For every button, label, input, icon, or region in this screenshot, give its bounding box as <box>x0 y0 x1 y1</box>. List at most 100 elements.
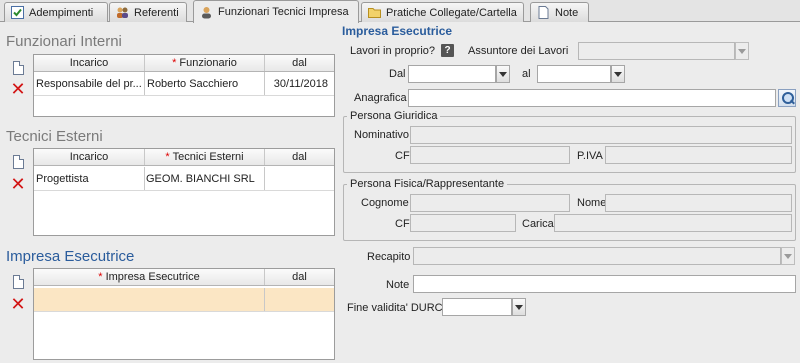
add-tecnico-button[interactable] <box>10 154 26 170</box>
search-icon[interactable] <box>778 89 796 107</box>
new-document-icon <box>12 155 24 169</box>
tab-label: Adempimenti <box>29 6 94 19</box>
person-icon <box>202 6 211 18</box>
column-header[interactable]: Incarico <box>34 55 145 71</box>
al-date-input[interactable] <box>537 65 611 83</box>
required-mark: * <box>165 151 170 163</box>
column-header[interactable]: dal <box>265 269 334 285</box>
tecnici-esterni-title: Tecnici Esterni <box>6 128 103 145</box>
table-header: Incarico * Funzionario dal <box>34 55 334 72</box>
new-document-icon <box>12 61 24 75</box>
tab-label: Referenti <box>134 6 179 19</box>
impresa-esecutrice-form-title: Impresa Esecutrice <box>342 24 453 38</box>
delete-icon: ✕ <box>10 174 26 195</box>
assuntore-label: Assuntore dei Lavori <box>468 45 569 57</box>
checkbox-icon <box>11 6 24 19</box>
cognome-field[interactable] <box>410 194 570 212</box>
required-mark: * <box>172 57 177 69</box>
durc-date-input[interactable] <box>442 298 512 316</box>
assuntore-select[interactable] <box>578 42 735 60</box>
column-header[interactable]: * Tecnici Esterni <box>145 149 265 165</box>
cf-giuridica-field[interactable] <box>410 146 570 164</box>
persona-fisica-group <box>343 184 796 241</box>
funzionari-interni-table: Incarico * Funzionario dal Responsabile d… <box>33 54 335 117</box>
column-header-label: Tecnici Esterni <box>172 151 244 163</box>
nominativo-label: Nominativo <box>354 129 410 141</box>
column-header[interactable]: dal <box>265 55 334 71</box>
piva-field[interactable] <box>605 146 792 164</box>
al-label: al <box>522 68 531 80</box>
table-header: Incarico * Tecnici Esterni dal <box>34 149 334 166</box>
column-header[interactable]: * Impresa Esecutrice <box>34 269 265 285</box>
tecnici-esterni-table: Incarico * Tecnici Esterni dal Progettist… <box>33 148 335 236</box>
new-document-icon <box>12 275 24 289</box>
people-icon <box>117 7 128 18</box>
table-row[interactable]: Responsabile del pr... Roberto Sacchiero… <box>34 72 334 96</box>
recapito-label: Recapito <box>367 251 411 263</box>
note-icon <box>538 6 549 19</box>
delete-tecnico-button[interactable]: ✕ <box>10 174 26 195</box>
cell-dal: 30/11/2018 <box>273 77 328 90</box>
cf-label: CF <box>395 150 410 162</box>
cf-fisica-field[interactable] <box>410 214 516 232</box>
add-impresa-button[interactable] <box>10 274 26 290</box>
persona-giuridica-legend: Persona Giuridica <box>347 110 441 122</box>
nominativo-field[interactable] <box>410 126 792 144</box>
chevron-down-icon[interactable] <box>735 42 749 60</box>
tab-pratiche-collegate[interactable]: Pratiche Collegate/Cartella <box>361 2 524 22</box>
table-header: * Impresa Esecutrice dal <box>34 269 334 286</box>
tab-funzionari-tecnici-impresa[interactable]: Funzionari Tecnici Impresa <box>193 0 359 23</box>
delete-funzionario-button[interactable]: ✕ <box>10 79 26 100</box>
help-icon[interactable]: ? <box>441 44 454 57</box>
tab-label: Pratiche Collegate/Cartella <box>386 6 517 19</box>
dal-date-input[interactable] <box>408 65 496 83</box>
persona-fisica-legend: Persona Fisica/Rappresentante <box>347 178 508 190</box>
cell-funzionario: Roberto Sacchiero <box>145 72 265 95</box>
column-header[interactable]: Incarico <box>34 149 145 165</box>
nome-label: Nome <box>577 197 607 209</box>
impresa-esecutrice-section-title: Impresa Esecutrice <box>6 248 135 265</box>
cell-dal <box>265 167 334 190</box>
note-label: Note <box>386 279 410 291</box>
anagrafica-label: Anagrafica <box>354 92 407 104</box>
cell-incarico: Progettista <box>34 167 145 190</box>
note-input[interactable] <box>413 275 796 293</box>
cell-incarico: Responsabile del pr... <box>34 72 145 95</box>
column-header-label: Funzionario <box>179 57 237 69</box>
delete-impresa-button[interactable]: ✕ <box>10 294 26 315</box>
column-header[interactable]: dal <box>265 149 334 165</box>
folder-icon <box>368 8 381 18</box>
impresa-esecutrice-table: * Impresa Esecutrice dal <box>33 268 335 360</box>
cell-tecnico: GEOM. BIANCHI SRL <box>145 167 265 190</box>
table-row-selected[interactable] <box>34 288 334 312</box>
chevron-down-icon[interactable] <box>781 247 795 265</box>
column-header-label: Impresa Esecutrice <box>105 271 200 283</box>
delete-icon: ✕ <box>10 79 26 100</box>
tab-label: Funzionari Tecnici Impresa <box>218 6 349 18</box>
carica-label: Carica <box>522 218 554 230</box>
chevron-down-icon[interactable] <box>512 298 526 316</box>
tab-adempimenti[interactable]: Adempimenti <box>4 2 108 22</box>
tab-note[interactable]: Note <box>530 2 589 22</box>
delete-icon: ✕ <box>10 294 26 315</box>
funzionari-interni-title: Funzionari Interni <box>6 33 122 50</box>
add-funzionario-button[interactable] <box>10 60 26 76</box>
durc-label: Fine validita' DURC <box>347 302 443 314</box>
tab-referenti[interactable]: Referenti <box>109 2 187 22</box>
carica-field[interactable] <box>554 214 792 232</box>
cell-impresa <box>34 288 265 311</box>
dal-label: Dal <box>389 68 406 80</box>
tab-label: Note <box>555 6 579 19</box>
recapito-select[interactable] <box>413 247 781 265</box>
table-row[interactable]: Progettista GEOM. BIANCHI SRL <box>34 167 334 191</box>
anagrafica-input[interactable] <box>408 89 776 107</box>
chevron-down-icon[interactable] <box>496 65 510 83</box>
tab-bar: Adempimenti Referenti Funzionari Tecnici… <box>0 0 800 23</box>
cognome-label: Cognome <box>361 197 409 209</box>
chevron-down-icon[interactable] <box>611 65 625 83</box>
cf-label: CF <box>395 218 410 230</box>
required-mark: * <box>98 271 103 283</box>
nome-field[interactable] <box>605 194 792 212</box>
column-header[interactable]: * Funzionario <box>145 55 265 71</box>
cell-dal <box>265 288 334 311</box>
